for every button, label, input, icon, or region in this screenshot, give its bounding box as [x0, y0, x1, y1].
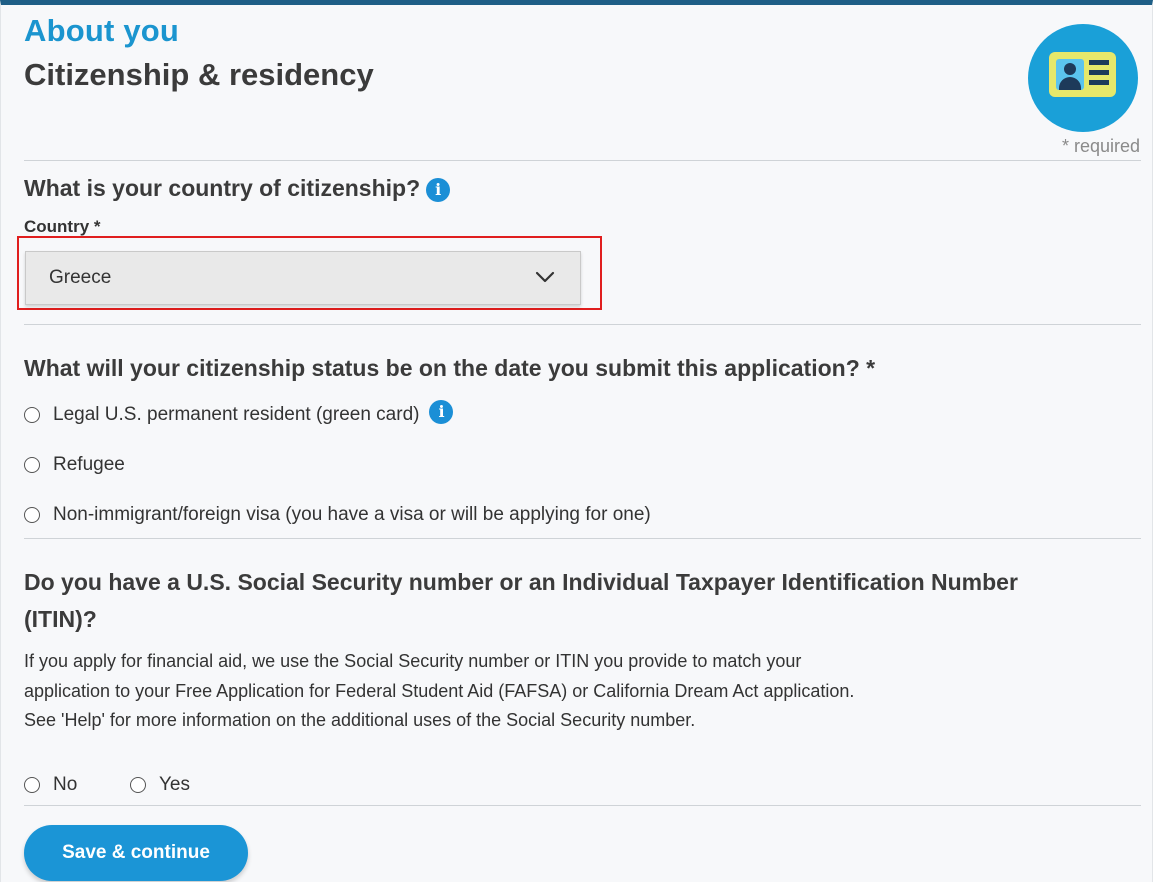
page-title: Citizenship & residency	[24, 57, 374, 92]
required-note: * required	[1061, 136, 1140, 156]
status-option-label: Non-immigrant/foreign visa (you have a v…	[53, 504, 651, 525]
ssn-question-line1: Do you have a U.S. Social Security numbe…	[24, 569, 1018, 595]
ssn-option-label: No	[53, 774, 78, 795]
status-option-label: Legal U.S. permanent resident (green car…	[53, 404, 420, 425]
divider	[24, 538, 1141, 539]
ssn-help-text: If you apply for financial aid, we use t…	[24, 651, 855, 730]
radio-button[interactable]	[24, 407, 40, 423]
radio-button[interactable]	[24, 777, 40, 793]
status-option-refugee[interactable]: Refugee	[24, 453, 125, 477]
ssn-option-yes[interactable]: Yes	[130, 773, 190, 797]
id-card-icon	[1028, 24, 1138, 132]
section-title: About you	[24, 13, 180, 48]
info-icon[interactable]: i	[426, 177, 451, 202]
status-question: What will your citizenship status be on …	[24, 355, 876, 381]
divider	[24, 324, 1141, 325]
status-option-green-card[interactable]: Legal U.S. permanent resident (green car…	[24, 400, 454, 427]
radio-button[interactable]	[24, 507, 40, 523]
country-select[interactable]: Greece	[25, 251, 581, 305]
ssn-question-line2: (ITIN)?	[24, 606, 97, 632]
status-option-label: Refugee	[53, 454, 125, 475]
save-continue-button[interactable]: Save & continue	[24, 825, 248, 881]
radio-button[interactable]	[24, 457, 40, 473]
citizenship-question: What is your country of citizenship? i	[24, 175, 451, 202]
page: About you Citizenship & residency * requ…	[0, 0, 1153, 882]
divider	[24, 160, 1141, 161]
chevron-down-icon	[535, 271, 555, 283]
citizenship-question-text: What is your country of citizenship?	[24, 175, 421, 201]
radio-button[interactable]	[130, 777, 146, 793]
info-icon[interactable]: i	[429, 400, 454, 424]
country-label: Country *	[24, 217, 101, 236]
status-option-visa[interactable]: Non-immigrant/foreign visa (you have a v…	[24, 503, 651, 527]
country-select-value: Greece	[49, 267, 112, 288]
ssn-option-label: Yes	[159, 774, 190, 795]
divider	[24, 805, 1141, 806]
ssn-option-no[interactable]: No	[24, 773, 77, 797]
